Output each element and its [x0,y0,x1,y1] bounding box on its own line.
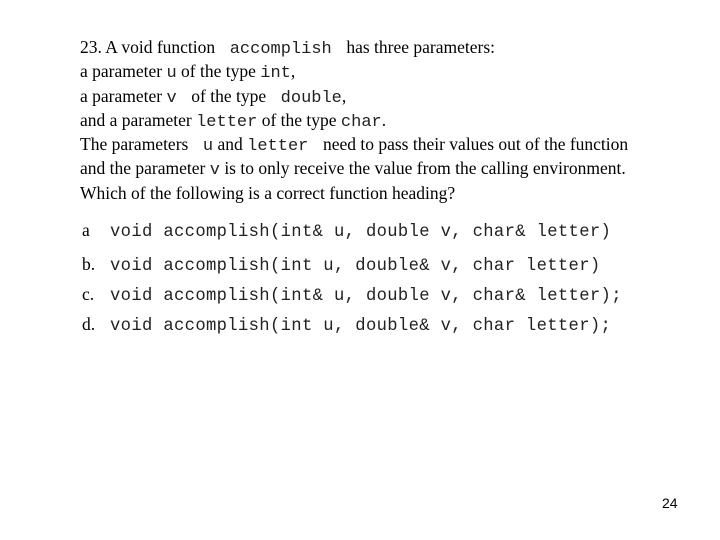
text-run: 23. A void function [80,37,220,57]
text-run: , [341,85,347,106]
text-run: has three parameters: [341,37,495,57]
text-run: need to pass their values out of the fun… [318,134,629,155]
page-number: 24 [662,495,678,511]
text-run: of the type [257,109,341,130]
question-text: 23. A void function accomplish has three… [80,35,710,205]
code-term: double [270,88,342,108]
question-line-6: and the parameter v is to only receive t… [80,156,710,180]
option-label: b. [82,254,96,274]
code-term: letter [247,137,319,157]
code-term: v [166,88,187,108]
text-run: and [213,134,248,155]
text-run: Which of the following is a correct func… [80,182,456,203]
option-b: b. void accomplish(int u, double& v, cha… [82,254,601,282]
text-run: is to only receive the value from the ca… [219,158,626,179]
question-line-2: a parameter u of the type int, [80,59,710,83]
text-run: a parameter [80,61,167,82]
text-run: The parameters [80,134,193,155]
code-term: u [192,137,214,157]
option-code: void accomplish(int u, double& v, char l… [110,317,612,336]
code-term: char [340,112,382,132]
text-run: . [381,109,387,130]
option-label: a [82,220,90,240]
option-c: c. void accomplish(int& u, double v, cha… [82,284,622,312]
text-run: a parameter [80,85,167,106]
question-line-1: 23. A void function accomplish has three… [80,35,710,59]
question-line-5: The parameters u and letter need to pass… [80,132,710,156]
option-code: void accomplish(int& u, double v, char& … [110,287,622,306]
code-term: v [209,161,220,181]
option-a: a void accomplish(int& u, double v, char… [82,220,611,248]
question-line-3: a parameter v of the type double, [80,84,710,108]
text-run: of the type [176,61,261,82]
code-term: u [166,64,177,84]
question-line-7: Which of the following is a correct func… [80,181,710,205]
code-term: letter [196,112,258,132]
option-code: void accomplish(int u, double& v, char l… [110,257,601,276]
text-run: , [290,61,296,82]
code-term: accomplish [219,40,342,59]
text-run: and the parameter [80,158,210,179]
option-label: d. [82,314,96,334]
option-code: void accomplish(int& u, double v, char& … [110,223,612,242]
code-term: int [260,64,291,84]
text-run: of the type [186,85,271,106]
text-run: and a parameter [80,109,197,130]
question-line-4: and a parameter letter of the type char. [80,108,710,132]
option-label: c. [82,284,95,304]
option-d: d. void accomplish(int u, double& v, cha… [82,314,611,342]
